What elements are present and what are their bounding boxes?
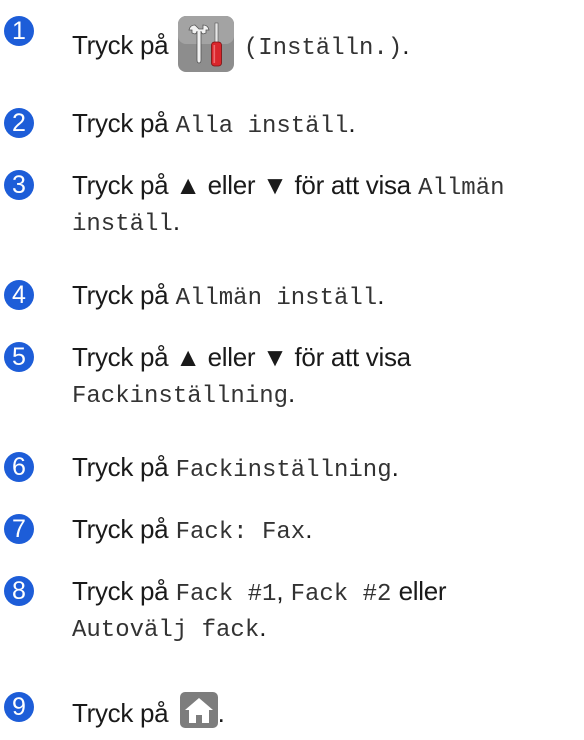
code-text: Alla inställ — [175, 113, 349, 140]
instruction-text: Tryck på — [72, 514, 169, 544]
instruction-text: Tryck på — [72, 452, 169, 482]
punctuation: . — [288, 378, 295, 408]
step-number: 2 — [4, 108, 34, 138]
step-text-continued: inställ. — [72, 206, 180, 240]
punctuation: . — [217, 698, 225, 728]
code-text: Fack #1 — [175, 581, 277, 608]
punctuation: . — [305, 514, 313, 544]
step-number: 5 — [4, 342, 34, 372]
punctuation: . — [377, 280, 385, 310]
punctuation: . — [172, 206, 180, 236]
settings-tools-icon[interactable] — [177, 16, 234, 72]
instruction-text: Tryck på ▲ eller ▼ för att visa — [72, 170, 411, 200]
code-text: Fackinställning — [72, 383, 289, 410]
code-text: Fackinställning — [175, 457, 392, 484]
step-text: Tryck på ▲ eller ▼ för att visa — [72, 342, 411, 372]
step-text: Tryck på Fack #1, Fack #2 eller — [72, 576, 447, 610]
instruction-text: Tryck på — [72, 30, 169, 60]
code-text: inställ — [72, 211, 173, 238]
punctuation: . — [402, 30, 410, 60]
step-text-continued: Autovälj fack. — [72, 612, 266, 646]
step-text: Tryck på Fack: Fax. — [72, 514, 312, 548]
instruction-text: eller — [398, 576, 447, 606]
home-icon[interactable] — [179, 692, 218, 728]
step-number: 3 — [4, 170, 34, 200]
code-text: Fack #2 — [290, 581, 392, 608]
punctuation: , — [276, 576, 284, 606]
step-text-continued: Fackinställning. — [72, 378, 295, 412]
code-text: Fack: Fax — [175, 519, 306, 546]
step-number: 6 — [4, 452, 34, 482]
code-text: Allmän inställ — [175, 285, 378, 312]
instruction-text: Tryck på ▲ eller ▼ för att visa — [72, 342, 411, 372]
step-text: Tryck på ▲ eller ▼ för att visa Allmän — [72, 170, 505, 204]
step-text: Tryck på Fackinställning. — [72, 452, 399, 486]
instruction-text: Tryck på — [72, 698, 169, 728]
step-text: Tryck på . — [72, 692, 225, 728]
punctuation: . — [259, 612, 267, 642]
instruction-text: Tryck på — [72, 108, 169, 138]
punctuation: . — [348, 108, 356, 138]
step-number: 7 — [4, 514, 34, 544]
step-text: Tryck på Alla inställ. — [72, 108, 356, 142]
step-number: 9 — [4, 692, 34, 722]
punctuation: . — [391, 452, 399, 482]
step-text: Tryck på (Inställn.). — [72, 16, 409, 72]
step-number: 8 — [4, 576, 34, 606]
instruction-text: Tryck på — [72, 280, 169, 310]
instruction-text: Tryck på — [72, 576, 169, 606]
code-text: Allmän — [418, 175, 505, 202]
step-text: Tryck på Allmän inställ. — [72, 280, 384, 314]
step-number: 4 — [4, 280, 34, 310]
step-number: 1 — [4, 16, 34, 46]
code-text: Autovälj fack — [72, 617, 260, 644]
code-text: (Inställn.) — [243, 35, 403, 62]
